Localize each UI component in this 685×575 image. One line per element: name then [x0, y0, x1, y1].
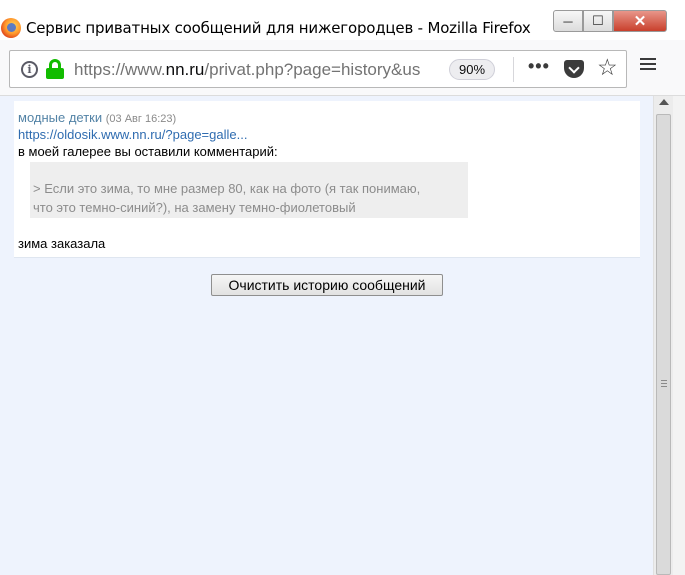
- message-item: модные детки (03 Авг 16:23) https://oldo…: [14, 101, 640, 258]
- quoted-comment: > Если это зима, то мне размер 80, как н…: [30, 162, 468, 218]
- close-button[interactable]: ✕: [613, 10, 667, 32]
- address-bar[interactable]: i https://www.nn.ru/privat.php?page=hist…: [9, 50, 627, 88]
- scroll-grip: [661, 380, 667, 389]
- minimize-button[interactable]: ─: [553, 10, 583, 32]
- window-title: Сервис приватных сообщений для нижегород…: [26, 19, 531, 37]
- quote-line: что это темно-синий?), на замену темно-ф…: [33, 200, 356, 215]
- vertical-scrollbar[interactable]: [653, 96, 673, 575]
- more-icon[interactable]: •••: [528, 56, 550, 77]
- clear-history-button[interactable]: Очистить историю сообщений: [211, 274, 443, 296]
- message-intro: в моей галерее вы оставили комментарий:: [18, 144, 278, 159]
- navigation-toolbar: i https://www.nn.ru/privat.php?page=hist…: [0, 40, 685, 96]
- scroll-thumb[interactable]: [656, 114, 671, 575]
- url-rest: /privat.php?page=history&us: [204, 60, 421, 79]
- lock-body: [46, 68, 64, 79]
- bookmark-star-icon[interactable]: ☆: [597, 54, 618, 81]
- url-prefix: https://www.: [74, 60, 166, 79]
- url-bar-divider: [513, 57, 514, 82]
- gallery-link[interactable]: https://oldosik.www.nn.ru/?page=galle...: [18, 127, 247, 142]
- message-reply: зима заказала: [18, 236, 106, 251]
- info-icon[interactable]: i: [21, 61, 38, 78]
- browser-window: Сервис приватных сообщений для нижегород…: [0, 0, 685, 575]
- menu-line: [640, 68, 656, 70]
- scroll-up-arrow-icon[interactable]: [659, 99, 669, 105]
- zoom-level-button[interactable]: 90%: [449, 59, 495, 80]
- url-text[interactable]: https://www.nn.ru/privat.php?page=histor…: [74, 60, 446, 80]
- message-date: (03 Авг 16:23): [105, 113, 177, 125]
- sender-name[interactable]: модные детки: [18, 110, 102, 125]
- title-bar: Сервис приватных сообщений для нижегород…: [0, 0, 685, 40]
- maximize-button[interactable]: ☐: [583, 10, 613, 32]
- lock-icon[interactable]: [46, 59, 64, 79]
- menu-line: [640, 58, 656, 60]
- url-host: nn.ru: [165, 60, 205, 79]
- window-edge: [673, 96, 685, 575]
- menu-line: [640, 63, 656, 65]
- hamburger-menu-icon[interactable]: [640, 57, 656, 71]
- page-content: модные детки (03 Авг 16:23) https://oldo…: [0, 96, 653, 575]
- firefox-logo-icon: [1, 18, 21, 38]
- message-header: модные детки (03 Авг 16:23): [18, 110, 176, 125]
- pocket-icon[interactable]: [564, 60, 584, 78]
- quote-line: > Если это зима, то мне размер 80, как н…: [33, 181, 421, 196]
